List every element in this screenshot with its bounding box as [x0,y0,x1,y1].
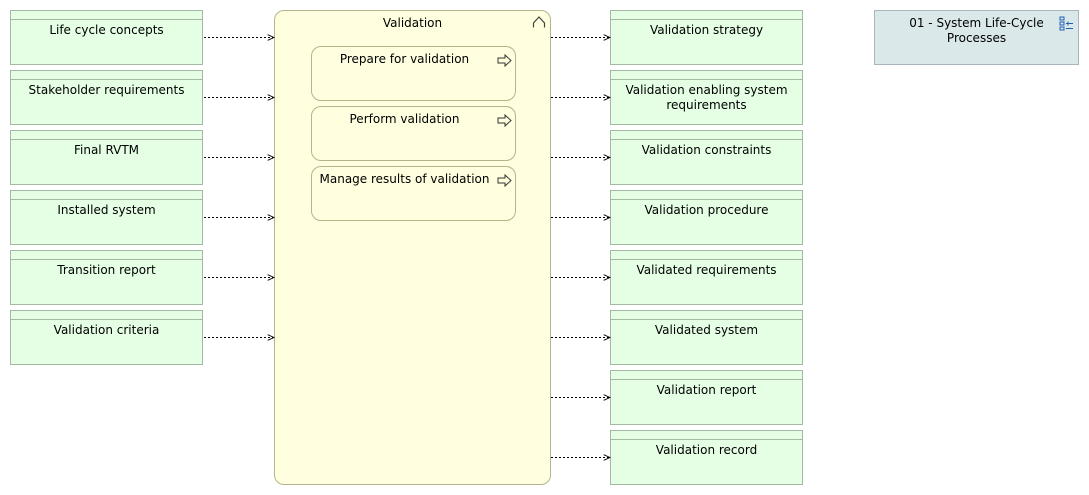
input-object-transition-report[interactable]: Transition report [10,250,203,305]
process-arrow-icon [497,54,512,67]
object-header-bar [611,191,802,200]
object-header-bar [611,311,802,320]
output-object-label: Validation record [655,443,758,457]
output-object-label: Validation constraints [641,143,772,157]
input-object-label: Transition report [57,263,156,277]
input-object-label: Final RVTM [73,143,140,157]
diagram-reference-icon [1059,16,1073,31]
object-header-bar [611,371,802,380]
subprocess-perform-validation[interactable]: Perform validation [311,106,516,161]
object-header-bar [11,71,202,80]
object-header-bar [611,11,802,20]
output-object-validation-procedure[interactable]: Validation procedure [610,190,803,245]
output-object-validation-constraints[interactable]: Validation constraints [610,130,803,185]
object-header-bar [11,311,202,320]
output-object-label: Validation report [656,383,757,397]
subprocess-label: Manage results of validation [319,172,490,186]
reference-label: 01 - System Life-Cycle Processes [909,16,1044,45]
output-object-validation-strategy[interactable]: Validation strategy [610,10,803,65]
validation-process[interactable]: Validation Prepare for validation Perfor… [274,10,551,485]
output-object-label: Validation strategy [649,23,764,37]
input-object-validation-criteria[interactable]: Validation criteria [10,310,203,365]
reference-system-life-cycle-processes[interactable]: 01 - System Life-Cycle Processes [874,10,1079,65]
output-object-validation-record[interactable]: Validation record [610,430,803,485]
output-object-label: Validated system [654,323,759,337]
output-object-validation-report[interactable]: Validation report [610,370,803,425]
output-object-validated-system[interactable]: Validated system [610,310,803,365]
input-object-label: Installed system [57,203,156,217]
input-object-label: Validation criteria [53,323,160,337]
input-object-final-rvtm[interactable]: Final RVTM [10,130,203,185]
subprocess-label: Perform validation [349,112,460,126]
collapse-icon[interactable] [532,15,546,29]
input-object-installed-system[interactable]: Installed system [10,190,203,245]
process-title: Validation [382,16,443,30]
process-arrow-icon [497,174,512,187]
output-object-label: Validation procedure [644,203,769,217]
output-object-label: Validation enabling system requirements [625,83,788,112]
subprocess-label: Prepare for validation [339,52,470,66]
object-header-bar [611,71,802,80]
input-object-stakeholder-requirements[interactable]: Stakeholder requirements [10,70,203,125]
object-header-bar [11,191,202,200]
output-object-validation-enabling-system-requirements[interactable]: Validation enabling system requirements [610,70,803,125]
input-object-life-cycle-concepts[interactable]: Life cycle concepts [10,10,203,65]
object-header-bar [11,131,202,140]
object-header-bar [611,131,802,140]
process-arrow-icon [497,114,512,127]
subprocess-manage-results-of-validation[interactable]: Manage results of validation [311,166,516,221]
input-object-label: Stakeholder requirements [28,83,185,97]
subprocess-prepare-for-validation[interactable]: Prepare for validation [311,46,516,101]
input-object-label: Life cycle concepts [49,23,164,37]
object-header-bar [611,431,802,440]
object-header-bar [11,251,202,260]
object-header-bar [11,11,202,20]
output-object-validated-requirements[interactable]: Validated requirements [610,250,803,305]
output-object-label: Validated requirements [636,263,777,277]
object-header-bar [611,251,802,260]
